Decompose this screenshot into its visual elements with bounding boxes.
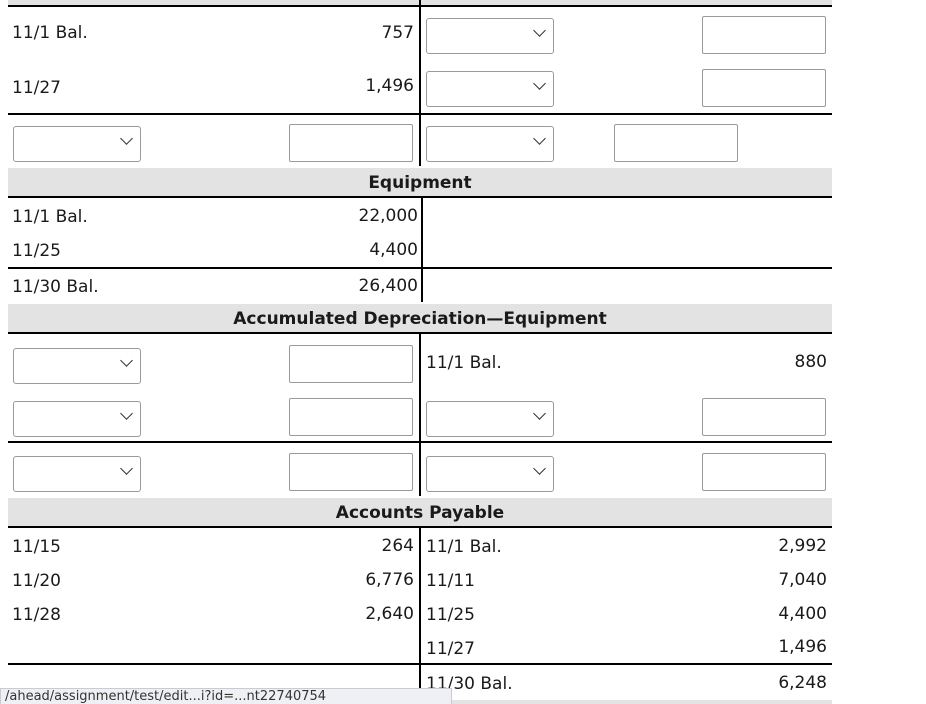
entry-date-label: 11/15 — [12, 537, 61, 557]
entry-amount: 2,992 — [778, 536, 827, 556]
date-dropdown[interactable] — [426, 18, 554, 54]
amount-input[interactable] — [289, 453, 413, 491]
chevron-down-icon — [120, 407, 133, 420]
amount-input[interactable] — [289, 398, 413, 436]
amount-input[interactable] — [702, 398, 826, 436]
chevron-down-icon — [120, 132, 133, 145]
chevron-down-icon — [120, 462, 133, 475]
balance-label: 11/30 Bal. — [12, 277, 99, 297]
amount-input[interactable] — [702, 69, 826, 107]
amount-input[interactable] — [289, 345, 413, 383]
t-account-center-line — [419, 0, 421, 166]
entry-amount: 7,040 — [778, 570, 827, 590]
balance-amount: 6,248 — [778, 673, 827, 693]
date-dropdown[interactable] — [13, 348, 141, 384]
balance-divider — [8, 113, 832, 115]
entry-date-label: 11/1 Bal. — [12, 23, 88, 43]
account-title-accounts-payable: Accounts Payable — [8, 498, 832, 528]
entry-date-label: 11/1 Bal. — [426, 353, 502, 373]
t-account-center-line — [419, 528, 421, 704]
entry-amount: 1,496 — [365, 76, 414, 96]
amount-input[interactable] — [702, 16, 826, 54]
balance-amount: 26,400 — [358, 276, 418, 296]
date-dropdown[interactable] — [426, 456, 554, 492]
entry-amount: 757 — [381, 23, 414, 43]
amount-input[interactable] — [614, 124, 738, 162]
balance-divider — [8, 441, 832, 443]
entry-amount: 4,400 — [369, 240, 418, 260]
date-dropdown[interactable] — [13, 401, 141, 437]
amount-input[interactable] — [702, 453, 826, 491]
entry-date-label: 11/11 — [426, 571, 475, 591]
t-account-center-line — [419, 334, 421, 496]
entry-amount: 4,400 — [778, 604, 827, 624]
entry-date-label: 11/28 — [12, 605, 61, 625]
t-account-center-line — [421, 198, 423, 302]
account-title-equipment: Equipment — [8, 168, 832, 198]
chevron-down-icon — [533, 407, 546, 420]
entry-date-label: 11/27 — [12, 78, 61, 98]
entry-date-label: 11/1 Bal. — [426, 537, 502, 557]
chevron-down-icon — [533, 24, 546, 37]
amount-input[interactable] — [289, 124, 413, 162]
date-dropdown[interactable] — [13, 456, 141, 492]
entry-amount: 1,496 — [778, 637, 827, 657]
entry-amount: 2,640 — [365, 604, 414, 624]
entry-date-label: 11/27 — [426, 639, 475, 659]
entry-date-label: 11/20 — [12, 571, 61, 591]
entry-amount: 880 — [794, 352, 827, 372]
entry-date-label: 11/25 — [426, 605, 475, 625]
entry-date-label: 11/25 — [12, 241, 61, 261]
account-title-accumulated-depreciation: Accumulated Depreciation—Equipment — [8, 304, 832, 334]
entry-date-label: 11/1 Bal. — [12, 207, 88, 227]
date-dropdown[interactable] — [426, 401, 554, 437]
chevron-down-icon — [533, 77, 546, 90]
date-dropdown[interactable] — [426, 126, 554, 162]
balance-divider — [8, 663, 832, 665]
entry-amount: 264 — [381, 536, 414, 556]
date-dropdown[interactable] — [13, 126, 141, 162]
chevron-down-icon — [120, 354, 133, 367]
date-dropdown[interactable] — [426, 71, 554, 107]
chevron-down-icon — [533, 132, 546, 145]
entry-amount: 22,000 — [358, 206, 418, 226]
entry-amount: 6,776 — [365, 570, 414, 590]
status-bar-url: /ahead/assignment/test/edit...i?id=...nt… — [0, 688, 452, 704]
balance-divider — [8, 267, 832, 269]
chevron-down-icon — [533, 462, 546, 475]
